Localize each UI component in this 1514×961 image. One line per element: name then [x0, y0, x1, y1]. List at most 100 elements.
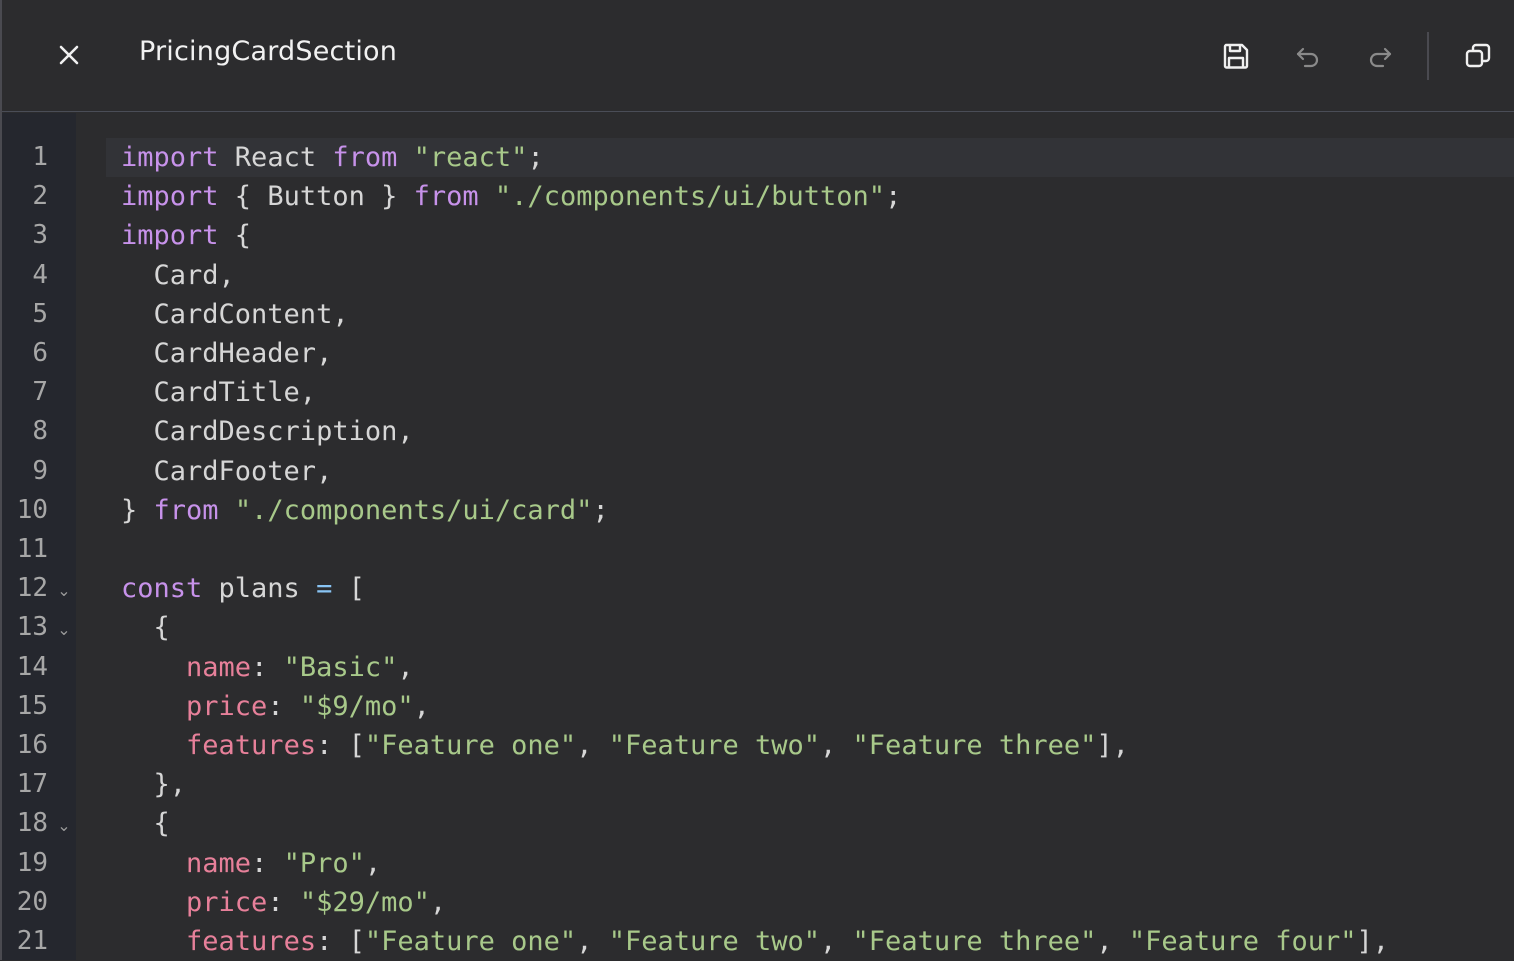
code-token: price — [186, 690, 268, 722]
code-token: , — [364, 847, 382, 879]
fold-chevron-icon[interactable]: ⌄ — [56, 569, 72, 612]
close-button[interactable] — [52, 38, 86, 72]
code-token: , — [820, 926, 853, 957]
code-line[interactable]: 8 CardDescription, — [2, 412, 1514, 451]
code-token: { Button } — [218, 181, 414, 213]
line-number: 7 — [32, 377, 48, 408]
code-line[interactable]: 4 Card, — [2, 256, 1514, 295]
line-number: 14 — [16, 651, 48, 682]
code-editor-window: PricingCardSection 1 import React from "… — [0, 0, 1514, 960]
undo-icon — [1296, 47, 1319, 68]
save-button[interactable] — [1218, 38, 1254, 74]
code-token: : — [251, 651, 284, 683]
code-token: : [ — [316, 730, 365, 761]
code-text: name: "Pro", — [121, 844, 381, 883]
code-token: , — [1096, 926, 1129, 957]
code-line[interactable]: 19 name: "Pro", — [2, 844, 1514, 883]
copy-icon — [1465, 43, 1491, 68]
code-token: "Feature three" — [852, 926, 1097, 957]
code-text: }, — [121, 765, 187, 804]
line-number: 10 — [16, 494, 48, 525]
code-text: { — [121, 608, 170, 647]
code-line[interactable]: 7 CardTitle, — [2, 373, 1514, 412]
code-text: { — [121, 804, 170, 843]
code-line[interactable]: 9 CardFooter, — [2, 452, 1514, 491]
line-number: 1 — [32, 142, 48, 172]
line-number: 15 — [16, 690, 48, 721]
code-token: const — [121, 573, 203, 605]
code-text: CardFooter, — [121, 452, 333, 491]
code-token: "$29/mo" — [299, 886, 430, 918]
code-token: : — [267, 886, 300, 918]
line-number: 11 — [16, 534, 48, 564]
code-line[interactable]: 2 import { Button } from "./components/ui… — [2, 177, 1514, 216]
line-number: 17 — [16, 769, 48, 800]
code-line[interactable]: 10} from "./components/ui/card"; — [2, 491, 1514, 530]
code-token: from — [413, 181, 479, 213]
code-token: "$9/mo" — [299, 690, 414, 722]
code-line[interactable]: 20 price: "$29/mo", — [2, 883, 1514, 922]
code-editor[interactable]: 1 import React from "react"; 2 import { But… — [2, 113, 1514, 960]
code-token: : — [267, 690, 300, 722]
copy-button[interactable] — [1460, 38, 1496, 74]
code-token: [ — [332, 573, 365, 605]
undo-button[interactable] — [1290, 38, 1326, 74]
code-token: ], — [1356, 926, 1389, 957]
code-text: import { — [121, 216, 251, 255]
fold-chevron-icon[interactable]: ⌄ — [56, 804, 72, 847]
code-text: CardTitle, — [121, 373, 317, 412]
close-icon — [59, 45, 79, 65]
code-line[interactable]: 16 features: ["Feature one", "Feature tw… — [2, 726, 1514, 765]
code-text: price: "$9/mo", — [121, 687, 430, 726]
code-line[interactable]: 21 features: ["Feature one", "Feature tw… — [2, 922, 1514, 961]
code-text: features: ["Feature one", "Feature two",… — [121, 922, 1389, 961]
code-line[interactable]: 15 price: "$9/mo", — [2, 687, 1514, 726]
code-token: CardHeader, — [121, 338, 333, 369]
code-token: , — [429, 886, 447, 918]
code-text: import { Button } from "./components/ui/… — [121, 177, 901, 216]
line-number: 4 — [32, 259, 48, 290]
code-line[interactable]: 6 CardHeader, — [2, 334, 1514, 373]
code-token: "Feature one" — [364, 730, 577, 761]
code-text: CardHeader, — [121, 334, 333, 373]
code-line[interactable]: 12 ⌄ const plans = [ — [2, 569, 1514, 608]
code-token: CardContent, — [121, 298, 349, 330]
line-number: 8 — [32, 416, 48, 447]
line-number: 5 — [32, 298, 48, 329]
code-line[interactable]: 5 CardContent, — [2, 295, 1514, 334]
code-line[interactable]: 13 ⌄ { — [2, 608, 1514, 647]
save-icon — [1223, 43, 1249, 69]
code-line[interactable]: 18 ⌄ { — [2, 804, 1514, 843]
code-text: const plans = [ — [121, 569, 365, 608]
redo-button[interactable] — [1362, 38, 1398, 74]
code-token: features — [186, 730, 317, 761]
code-token: name — [186, 651, 252, 683]
code-token: name — [186, 847, 252, 879]
code-token: CardFooter, — [121, 455, 333, 487]
line-number: 18 — [16, 808, 48, 839]
code-text: CardContent, — [121, 295, 349, 334]
code-token: "Feature four" — [1128, 926, 1357, 957]
code-line[interactable]: 11 — [2, 530, 1514, 569]
code-token: { — [218, 220, 252, 252]
code-line[interactable]: 17 }, — [2, 765, 1514, 804]
code-token: }, — [121, 769, 187, 801]
redo-icon — [1369, 47, 1392, 68]
line-number: 20 — [16, 886, 48, 917]
code-text: price: "$29/mo", — [121, 883, 446, 922]
editor-header: PricingCardSection — [2, 0, 1514, 112]
code-line[interactable]: 3 import { — [2, 216, 1514, 255]
fold-chevron-icon[interactable]: ⌄ — [56, 608, 72, 651]
code-line[interactable]: 14 name: "Basic", — [2, 648, 1514, 687]
code-text: import React from "react"; — [121, 138, 544, 177]
code-line[interactable]: 1 import React from "react"; — [32, 138, 1514, 177]
code-token: { — [121, 612, 170, 644]
code-token: "react" — [413, 142, 528, 173]
file-title: PricingCardSection — [139, 36, 398, 67]
code-token: , — [413, 690, 430, 722]
code-text: name: "Basic", — [121, 648, 414, 687]
